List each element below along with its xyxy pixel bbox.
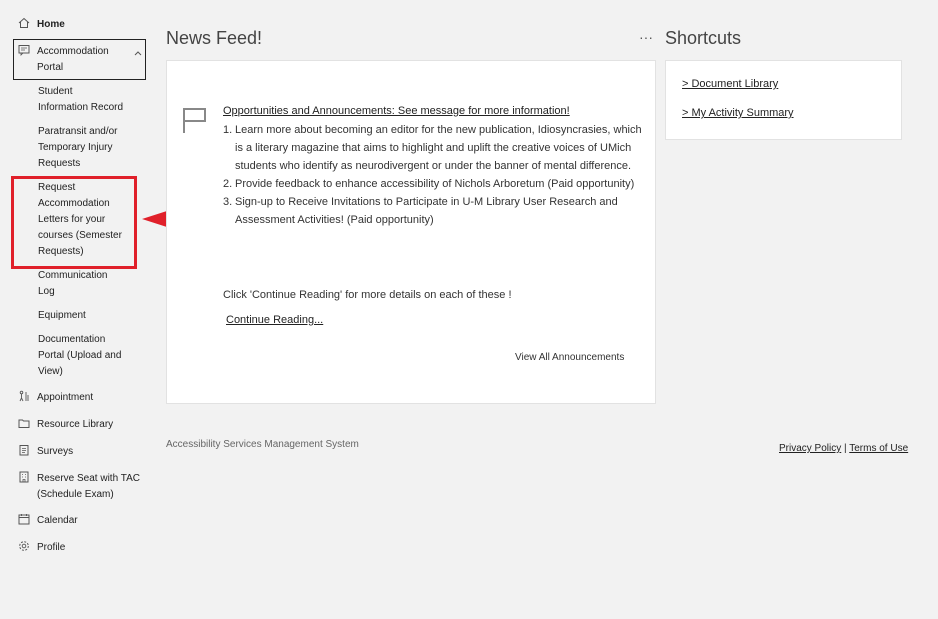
view-all-announcements-link[interactable]: View All Announcements bbox=[515, 352, 624, 363]
home-icon bbox=[18, 17, 30, 29]
list-item-text: Learn more about becoming an editor for … bbox=[235, 124, 642, 172]
sub-item-student-information-record[interactable]: Student Information Record bbox=[38, 84, 138, 116]
clipboard-icon bbox=[18, 444, 30, 456]
nav-reserve-seat[interactable]: Reserve Seat with TAC (Schedule Exam) bbox=[18, 471, 140, 503]
sub-item-request-accommodation-letters[interactable]: Request Accommodation Letters for your c… bbox=[38, 180, 138, 260]
nav-resource-library[interactable]: Resource Library bbox=[18, 417, 113, 433]
footer-separator: | bbox=[844, 443, 847, 454]
announcement-list: 1. Learn more about becoming an editor f… bbox=[223, 121, 643, 229]
announcement-footer-text: Click 'Continue Reading' for more detail… bbox=[223, 289, 512, 301]
nav-reserve-seat-label: Reserve Seat with TAC (Schedule Exam) bbox=[37, 473, 141, 500]
shortcut-my-activity-summary[interactable]: > My Activity Summary bbox=[682, 107, 794, 119]
nav-accommodation-portal-label: Accommodation Portal bbox=[37, 46, 109, 73]
nav-profile[interactable]: Profile bbox=[18, 540, 65, 556]
list-item: 3. Sign-up to Receive Invitations to Par… bbox=[223, 193, 643, 229]
chat-icon bbox=[18, 44, 30, 56]
more-options-icon[interactable]: ··· bbox=[639, 29, 653, 45]
nav-accommodation-portal[interactable]: Accommodation Portal bbox=[18, 44, 109, 76]
flag-icon bbox=[183, 108, 206, 133]
shortcuts-title: Shortcuts bbox=[665, 28, 742, 48]
list-item-text: Sign-up to Receive Invitations to Partic… bbox=[235, 196, 618, 226]
nav-appointment-label: Appointment bbox=[37, 392, 94, 403]
list-item-number: 3. bbox=[223, 196, 233, 208]
nav-appointment[interactable]: Appointment bbox=[18, 390, 93, 406]
folder-icon bbox=[18, 417, 30, 429]
nav-home-label: Home bbox=[37, 19, 65, 30]
calendar-icon bbox=[18, 513, 30, 525]
sidebar: Home Accommodation Portal Student Inform… bbox=[0, 0, 155, 619]
shortcut-document-library[interactable]: > Document Library bbox=[682, 78, 778, 90]
nav-calendar-label: Calendar bbox=[37, 515, 78, 526]
chevron-up-icon[interactable] bbox=[134, 48, 142, 58]
privacy-policy-link[interactable]: Privacy Policy bbox=[779, 443, 841, 454]
sub-item-documentation-portal[interactable]: Documentation Portal (Upload and View) bbox=[38, 332, 138, 380]
list-item-number: 1. bbox=[223, 124, 233, 136]
system-name: Accessibility Services Management System bbox=[166, 439, 359, 450]
sub-item-equipment[interactable]: Equipment bbox=[38, 308, 138, 324]
nav-profile-label: Profile bbox=[37, 542, 66, 553]
shortcuts-card bbox=[665, 60, 902, 140]
sub-item-communication-log[interactable]: Communication Log bbox=[38, 268, 138, 300]
nav-surveys[interactable]: Surveys bbox=[18, 444, 73, 460]
gear-icon bbox=[18, 540, 30, 552]
nav-calendar[interactable]: Calendar bbox=[18, 513, 78, 529]
list-item: 2. Provide feedback to enhance accessibi… bbox=[223, 175, 643, 193]
nav-surveys-label: Surveys bbox=[37, 446, 74, 457]
list-item-text: Provide feedback to enhance accessibilit… bbox=[235, 178, 635, 190]
news-feed-title: News Feed! bbox=[166, 28, 263, 48]
nav-resource-library-label: Resource Library bbox=[37, 419, 114, 430]
announcement-heading-link[interactable]: Opportunities and Announcements: See mes… bbox=[223, 105, 570, 117]
footer-links: Privacy Policy | Terms of Use bbox=[779, 443, 908, 454]
building-icon bbox=[18, 471, 30, 483]
list-item: 1. Learn more about becoming an editor f… bbox=[223, 121, 643, 175]
list-item-number: 2. bbox=[223, 178, 233, 190]
terms-of-use-link[interactable]: Terms of Use bbox=[849, 443, 908, 454]
people-icon bbox=[18, 390, 30, 402]
nav-home[interactable]: Home bbox=[18, 17, 65, 33]
continue-reading-link[interactable]: Continue Reading... bbox=[226, 314, 323, 326]
sub-item-paratransit[interactable]: Paratransit and/or Temporary Injury Requ… bbox=[38, 124, 138, 172]
